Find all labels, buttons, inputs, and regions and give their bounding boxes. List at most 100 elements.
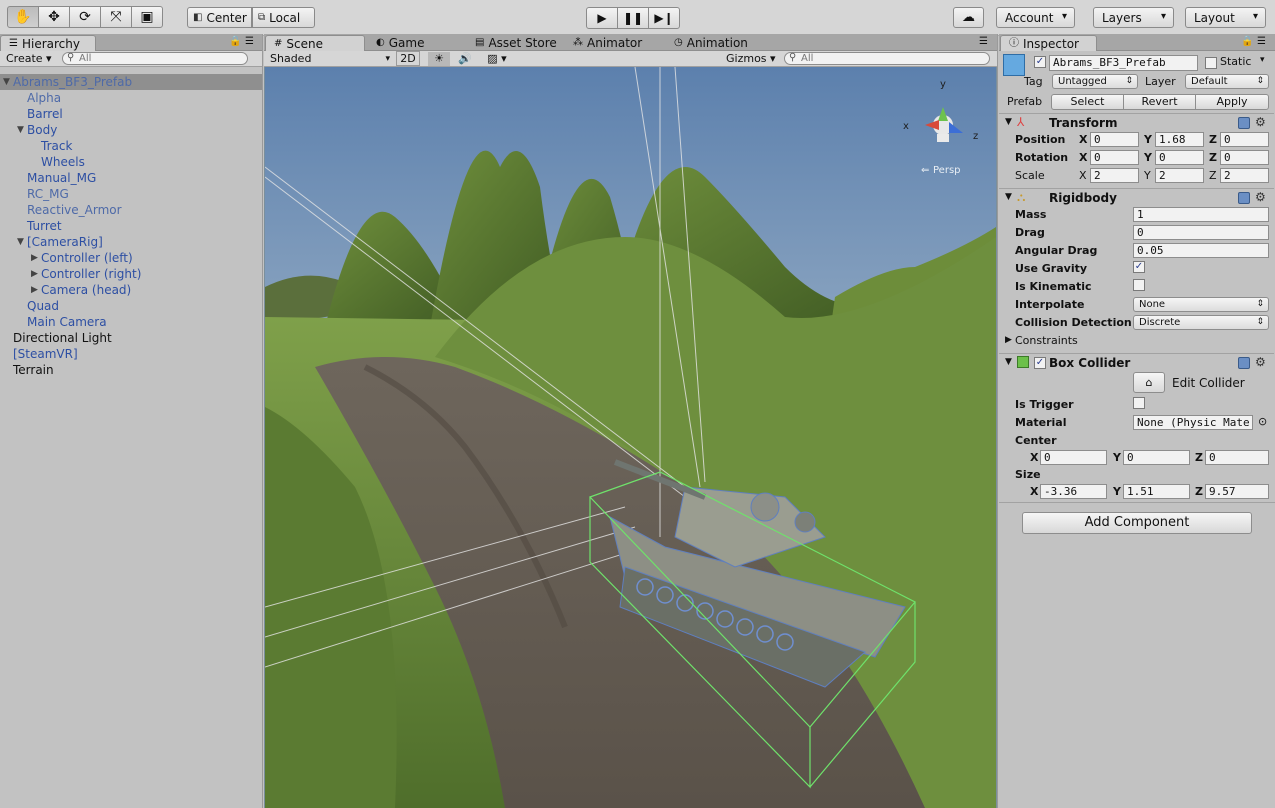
drag-field[interactable]: 0 <box>1133 225 1269 240</box>
expand-down-icon[interactable]: ▼ <box>17 122 24 138</box>
hierarchy-item[interactable]: RC_MG <box>0 186 262 202</box>
cloud-button[interactable]: ☁ <box>953 7 984 28</box>
audio-toggle[interactable]: 🔊 <box>454 52 476 66</box>
prefab-select-button[interactable]: Select <box>1051 94 1124 110</box>
hierarchy-item[interactable]: Directional Light <box>0 330 262 346</box>
pause-button[interactable]: ❚❚ <box>617 7 649 29</box>
rigidbody-help-icon[interactable] <box>1238 192 1250 204</box>
help-icon[interactable] <box>1238 117 1250 129</box>
play-button[interactable]: ▶ <box>586 7 618 29</box>
hierarchy-item[interactable]: Main Camera <box>0 314 262 330</box>
hierarchy-item[interactable]: Turret <box>0 218 262 234</box>
account-dropdown[interactable]: Account <box>996 7 1075 28</box>
shading-mode-dropdown[interactable]: Shaded ▾ <box>270 52 390 66</box>
move-tool-button[interactable]: ✥ <box>38 6 70 28</box>
prefab-apply-button[interactable]: Apply <box>1195 94 1269 110</box>
hierarchy-item[interactable]: Track <box>0 138 262 154</box>
hierarchy-item[interactable]: ▶ Controller (right) <box>0 266 262 282</box>
hierarchy-item[interactable]: [SteamVR] <box>0 346 262 362</box>
persp-label[interactable]: Persp <box>933 165 961 176</box>
static-dropdown-icon[interactable]: ▾ <box>1260 55 1265 65</box>
hierarchy-item[interactable]: ▼ Body <box>0 122 262 138</box>
layout-dropdown[interactable]: Layout <box>1185 7 1266 28</box>
lighting-toggle[interactable]: ☀ <box>428 52 450 66</box>
hierarchy-item[interactable]: Quad <box>0 298 262 314</box>
rotate-tool-button[interactable]: ⟳ <box>69 6 101 28</box>
rigidbody-collapse-icon[interactable]: ▼ <box>1005 192 1012 202</box>
tab-game[interactable]: ◐ Game <box>368 35 432 51</box>
edit-collider-button[interactable]: ⌂ <box>1133 372 1165 393</box>
layers-dropdown[interactable]: Layers <box>1093 7 1174 28</box>
gear-icon[interactable]: ⚙ <box>1255 115 1266 129</box>
rigidbody-header[interactable]: ▼ ⛬ Rigidbody ⚙ <box>999 188 1274 206</box>
angular-drag-field[interactable]: 0.05 <box>1133 243 1269 258</box>
size-z-field[interactable]: 9.57 <box>1205 484 1269 499</box>
box-collider-help-icon[interactable] <box>1238 357 1250 369</box>
gizmos-dropdown[interactable]: Gizmos ▾ <box>726 52 776 66</box>
tab-asset-store[interactable]: ▤ Asset Store <box>467 35 565 51</box>
scene-viewport[interactable]: y x z ⇐ Persp <box>265 67 996 808</box>
inspector-menu-icon[interactable]: ☰ <box>1257 36 1266 47</box>
inspector-lock-icon[interactable]: 🔒 <box>1241 36 1253 47</box>
material-field[interactable]: None (Physic Mate <box>1133 415 1253 430</box>
hierarchy-item[interactable]: ▶ Camera (head) <box>0 282 262 298</box>
hierarchy-search-input[interactable]: ⚲ All <box>62 52 248 65</box>
pivot-rotation-button[interactable]: ⧉ Local <box>252 7 315 28</box>
tab-scene[interactable]: # Scene <box>265 35 365 51</box>
transform-header[interactable]: ▼ ⅄ Transform ⚙ <box>999 113 1274 131</box>
hierarchy-item[interactable]: ▼ [CameraRig] <box>0 234 262 250</box>
box-collider-enabled-checkbox[interactable]: ✓ <box>1034 357 1046 369</box>
hierarchy-item[interactable]: Alpha <box>0 90 262 106</box>
hierarchy-item[interactable]: ▼ Abrams_BF3_Prefab <box>0 74 262 90</box>
center-z-field[interactable]: 0 <box>1205 450 1269 465</box>
rigidbody-gear-icon[interactable]: ⚙ <box>1255 190 1266 204</box>
hierarchy-item[interactable]: ▶ Controller (left) <box>0 250 262 266</box>
scale-tool-button[interactable]: ⤧ <box>100 6 132 28</box>
expand-right-icon[interactable]: ▶ <box>31 266 38 282</box>
tab-animator[interactable]: ⁂ Animator <box>565 35 650 51</box>
hierarchy-item[interactable]: Terrain <box>0 362 262 378</box>
tab-animation[interactable]: ◷ Animation <box>666 35 756 51</box>
object-active-checkbox[interactable]: ✓ <box>1034 56 1046 68</box>
panel-menu-icon[interactable]: ☰ <box>245 36 254 47</box>
collision-detection-dropdown[interactable]: Discrete <box>1133 315 1269 330</box>
scene-panel-menu-icon[interactable]: ☰ <box>979 36 988 47</box>
scale-x-field[interactable]: 2 <box>1090 168 1139 183</box>
constraints-expand-icon[interactable]: ▶ <box>1005 335 1012 345</box>
expand-down-icon[interactable]: ▼ <box>3 74 10 90</box>
use-gravity-checkbox[interactable]: ✓ <box>1133 261 1145 273</box>
is-trigger-checkbox[interactable] <box>1133 397 1145 409</box>
static-checkbox[interactable] <box>1205 57 1217 69</box>
hierarchy-item[interactable]: Wheels <box>0 154 262 170</box>
rect-tool-button[interactable]: ▣ <box>131 6 163 28</box>
tag-dropdown[interactable]: Untagged <box>1052 74 1138 89</box>
is-kinematic-checkbox[interactable] <box>1133 279 1145 291</box>
step-button[interactable]: ▶❙ <box>648 7 680 29</box>
center-x-field[interactable]: 0 <box>1040 450 1107 465</box>
tab-hierarchy[interactable]: ☰ Hierarchy <box>0 35 96 51</box>
effects-dropdown[interactable]: ▨ ▾ <box>482 52 512 66</box>
box-collider-collapse-icon[interactable]: ▼ <box>1005 357 1012 367</box>
mode-2d-toggle[interactable]: 2D <box>396 51 420 66</box>
rotation-x-field[interactable]: 0 <box>1090 150 1139 165</box>
center-y-field[interactable]: 0 <box>1123 450 1190 465</box>
position-y-field[interactable]: 1.68 <box>1155 132 1204 147</box>
hand-tool-button[interactable]: ✋ <box>7 6 39 28</box>
scene-search-input[interactable]: ⚲ All <box>784 52 990 65</box>
position-x-field[interactable]: 0 <box>1090 132 1139 147</box>
constraints-label[interactable]: Constraints <box>1015 334 1078 347</box>
hierarchy-item[interactable]: Reactive_Armor <box>0 202 262 218</box>
object-name-field[interactable]: Abrams_BF3_Prefab <box>1049 55 1198 71</box>
box-collider-header[interactable]: ▼ ✓ Box Collider ⚙ <box>999 353 1274 371</box>
position-z-field[interactable]: 0 <box>1220 132 1269 147</box>
tab-inspector[interactable]: ⓘ Inspector <box>1000 35 1097 51</box>
rotation-z-field[interactable]: 0 <box>1220 150 1269 165</box>
transform-collapse-icon[interactable]: ▼ <box>1005 117 1012 127</box>
box-collider-gear-icon[interactable]: ⚙ <box>1255 355 1266 369</box>
size-y-field[interactable]: 1.51 <box>1123 484 1190 499</box>
size-x-field[interactable]: -3.36 <box>1040 484 1107 499</box>
expand-right-icon[interactable]: ▶ <box>31 250 38 266</box>
prefab-revert-button[interactable]: Revert <box>1123 94 1196 110</box>
interpolate-dropdown[interactable]: None <box>1133 297 1269 312</box>
rotation-y-field[interactable]: 0 <box>1155 150 1204 165</box>
